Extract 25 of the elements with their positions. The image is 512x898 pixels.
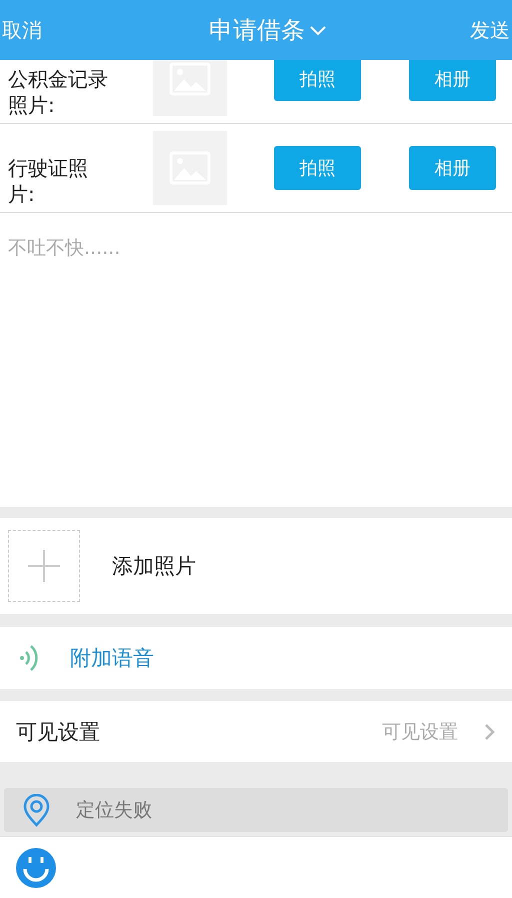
chevron-icon [484,722,496,740]
take-photo-button[interactable]: 拍照 [274,60,361,101]
plus-icon [27,549,61,583]
attach-voice-link[interactable]: 附加语音 [70,644,154,672]
sound-wave-icon[interactable] [18,642,40,674]
image-placeholder[interactable] [153,60,227,116]
location-pin-icon [23,794,50,826]
add-photo-label: 添加照片 [112,553,196,580]
location-status: 定位失败 [76,798,152,823]
note-field[interactable]: 不吐不快...... [0,213,512,507]
smiley-icon[interactable] [15,847,57,889]
page-title[interactable]: 申请借条 [209,14,305,46]
caret-icon[interactable] [309,24,327,36]
album-button[interactable]: 相册 [409,146,496,190]
send-button[interactable]: 发送 [468,16,512,44]
visibility-label: 可见设置 [16,718,101,746]
add-photo-button[interactable] [8,530,80,602]
visibility-value: 可见设置 [382,720,458,744]
location-bar[interactable]: 定位失败 [4,788,508,832]
take-photo-button[interactable]: 拍照 [274,146,361,190]
field-label: 公积金记录照片: [8,66,109,118]
visibility-row[interactable]: 可见设置 可见设置 [0,701,512,762]
album-button[interactable]: 相册 [409,60,496,101]
field-label: 行驶证照片: [8,155,89,207]
cancel-button[interactable]: 取消 [0,16,44,44]
